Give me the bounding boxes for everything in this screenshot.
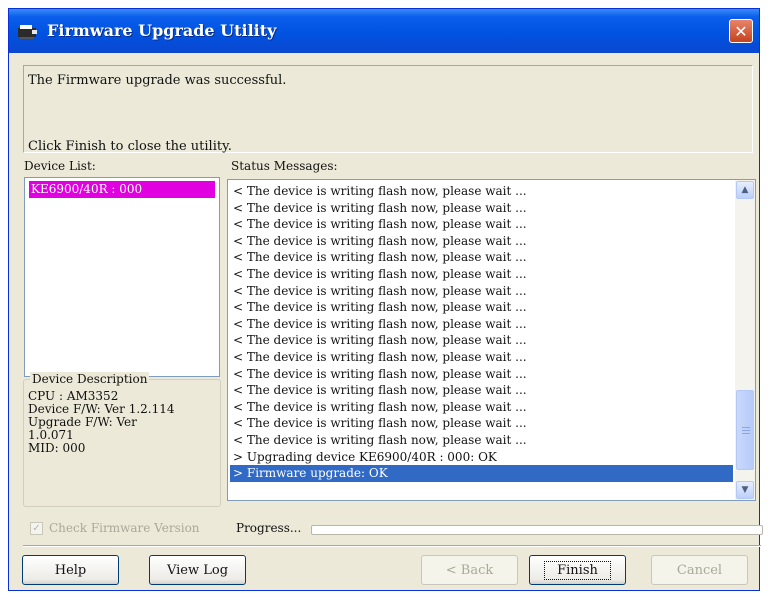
status-message-line[interactable]: < The device is writing flash now, pleas… xyxy=(230,316,733,333)
view-log-button[interactable]: View Log xyxy=(149,555,246,585)
close-button[interactable]: ✕ xyxy=(729,19,753,43)
vertical-scrollbar[interactable]: ▲ ▼ xyxy=(735,180,755,500)
check-firmware-version-checkbox: ✓ xyxy=(30,522,43,535)
status-lines: < The device is writing flash now, pleas… xyxy=(230,183,733,482)
status-message-line[interactable]: < The device is writing flash now, pleas… xyxy=(230,183,733,200)
device-list-label: Device List: xyxy=(24,159,96,173)
window-title: Firmware Upgrade Utility xyxy=(47,21,277,40)
device-description-text: CPU : AM3352 Device F/W: Ver 1.2.114 Upg… xyxy=(28,390,175,455)
scroll-thumb[interactable] xyxy=(736,390,754,470)
help-button-label: Help xyxy=(54,562,87,578)
status-message-line[interactable]: < The device is writing flash now, pleas… xyxy=(230,200,733,217)
grip-line xyxy=(742,427,750,428)
firmware-upgrade-window: Firmware Upgrade Utility ✕ The Firmware … xyxy=(8,8,763,591)
progress-bar xyxy=(311,525,763,535)
finish-button-label: Finish xyxy=(544,560,611,580)
status-message-line[interactable]: < The device is writing flash now, pleas… xyxy=(230,332,733,349)
status-message-line[interactable]: > Firmware upgrade: OK xyxy=(230,465,733,482)
scroll-down-button[interactable]: ▼ xyxy=(736,481,754,499)
status-message-line[interactable]: > Upgrading device KE6900/40R : 000: OK xyxy=(230,449,733,466)
status-messages-label: Status Messages: xyxy=(231,159,338,173)
close-icon: ✕ xyxy=(734,21,748,41)
status-message-line[interactable]: < The device is writing flash now, pleas… xyxy=(230,216,733,233)
mid-line: MID: 000 xyxy=(28,441,86,455)
status-message-line[interactable]: < The device is writing flash now, pleas… xyxy=(230,266,733,283)
status-message-line[interactable]: < The device is writing flash now, pleas… xyxy=(230,432,733,449)
status-messages-list[interactable]: < The device is writing flash now, pleas… xyxy=(227,179,756,501)
firmware-app-icon xyxy=(18,25,37,39)
device-description-group: Device Description CPU : AM3352 Device F… xyxy=(23,372,221,507)
finish-button[interactable]: Finish xyxy=(529,555,626,585)
status-message-line[interactable]: < The device is writing flash now, pleas… xyxy=(230,415,733,432)
cancel-button-label: Cancel xyxy=(676,562,723,578)
button-separator xyxy=(23,545,761,547)
progress-label: Progress... xyxy=(236,521,302,535)
status-message-line[interactable]: < The device is writing flash now, pleas… xyxy=(230,233,733,250)
device-list[interactable]: KE6900/40R : 000 xyxy=(24,177,220,377)
success-message: The Firmware upgrade was successful. xyxy=(28,73,287,88)
back-button: < Back xyxy=(421,555,518,585)
chevron-down-icon: ▼ xyxy=(741,485,749,495)
status-message-line[interactable]: < The device is writing flash now, pleas… xyxy=(230,283,733,300)
checkmark-icon: ✓ xyxy=(32,523,41,534)
message-panel: The Firmware upgrade was successful. Cli… xyxy=(23,65,753,154)
title-bar[interactable]: Firmware Upgrade Utility ✕ xyxy=(9,9,759,53)
finish-hint: Click Finish to close the utility. xyxy=(28,139,232,154)
status-message-line[interactable]: < The device is writing flash now, pleas… xyxy=(230,399,733,416)
grip-line xyxy=(742,433,750,434)
help-button[interactable]: Help xyxy=(22,555,119,585)
status-message-line[interactable]: < The device is writing flash now, pleas… xyxy=(230,299,733,316)
scroll-up-button[interactable]: ▲ xyxy=(736,181,754,199)
status-message-line[interactable]: < The device is writing flash now, pleas… xyxy=(230,249,733,266)
cancel-button: Cancel xyxy=(651,555,748,585)
status-message-line[interactable]: < The device is writing flash now, pleas… xyxy=(230,366,733,383)
device-description-title: Device Description xyxy=(30,372,150,386)
check-firmware-version-label: Check Firmware Version xyxy=(49,521,200,535)
view-log-button-label: View Log xyxy=(166,562,229,578)
status-message-line[interactable]: < The device is writing flash now, pleas… xyxy=(230,349,733,366)
chevron-up-icon: ▲ xyxy=(741,185,749,195)
status-message-line[interactable]: < The device is writing flash now, pleas… xyxy=(230,382,733,399)
device-list-item[interactable]: KE6900/40R : 000 xyxy=(29,181,215,198)
grip-line xyxy=(742,430,750,431)
back-button-label: < Back xyxy=(445,562,494,578)
